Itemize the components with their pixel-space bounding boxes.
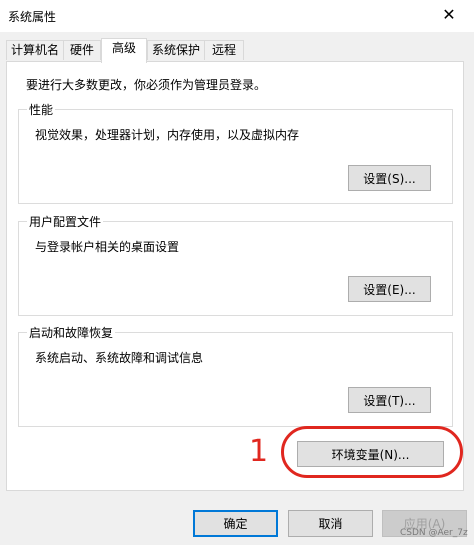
watermark: CSDN @Aer_7z [400, 528, 468, 538]
ok-button[interactable]: 确定 [193, 510, 278, 537]
user-profiles-title: 用户配置文件 [27, 213, 104, 230]
tab-remote[interactable]: 远程 [204, 40, 244, 60]
close-icon[interactable]: ✕ [432, 2, 466, 28]
performance-title: 性能 [27, 101, 56, 118]
tab-system-protection[interactable]: 系统保护 [147, 40, 205, 60]
cancel-button[interactable]: 取消 [288, 510, 373, 537]
performance-description: 视觉效果，处理器计划，内存使用，以及虚拟内存 [35, 128, 300, 142]
tab-bar: 计算机名 硬件 高级 系统保护 远程 [0, 38, 474, 63]
admin-notice: 要进行大多数更改，你必须作为管理员登录。 [26, 78, 267, 92]
tab-computer-name[interactable]: 计算机名 [6, 40, 64, 60]
user-profiles-settings-button[interactable]: 设置(E)... [348, 276, 431, 302]
startup-recovery-description: 系统启动、系统故障和调试信息 [35, 351, 204, 365]
title-bar: 系统属性 ✕ [0, 0, 474, 32]
tab-hardware[interactable]: 硬件 [63, 40, 101, 60]
startup-recovery-settings-button[interactable]: 设置(T)... [348, 387, 431, 413]
user-profiles-description: 与登录帐户相关的桌面设置 [35, 240, 180, 254]
annotation-highlight-oval [281, 426, 463, 478]
annotation-number: 1 [249, 434, 269, 469]
tab-advanced[interactable]: 高级 [101, 38, 147, 63]
window-title: 系统属性 [8, 10, 57, 24]
performance-settings-button[interactable]: 设置(S)... [348, 165, 431, 191]
startup-recovery-title: 启动和故障恢复 [27, 324, 116, 341]
